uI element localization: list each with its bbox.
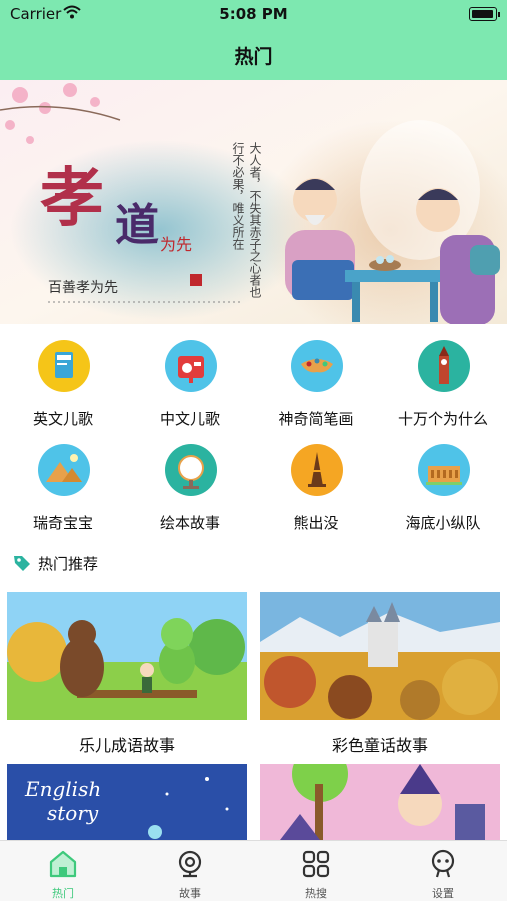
tab-trending[interactable]: 热搜 xyxy=(253,841,379,901)
tab-label: 热搜 xyxy=(305,887,327,900)
status-bar: Carrier 5:08 PM xyxy=(0,0,507,28)
category-chinese-songs[interactable]: 中文儿歌 xyxy=(127,340,253,440)
category-why[interactable]: 十万个为什么 xyxy=(380,340,506,440)
tab-label: 设置 xyxy=(432,887,454,900)
banner-caption: 百善孝为先 xyxy=(48,280,118,296)
tab-label: 故事 xyxy=(179,887,201,900)
category-label: 神奇简笔画 xyxy=(278,410,354,428)
mirror-icon xyxy=(165,444,217,496)
card-image: English story xyxy=(7,764,247,840)
category-drawing[interactable]: 神奇简笔画 xyxy=(253,340,379,440)
radio-icon xyxy=(165,340,217,392)
banner-char-dao: 道 xyxy=(115,200,159,251)
category-picture-books[interactable]: 绘本故事 xyxy=(127,444,253,544)
tag-icon xyxy=(14,556,30,571)
paint-icon xyxy=(291,340,343,392)
category-label: 英文儿歌 xyxy=(32,410,93,428)
card-caption: 乐儿成语故事 xyxy=(78,736,175,755)
banner-vertical-2: 行不必果，唯义所在 xyxy=(231,142,245,250)
category-label: 海底小纵队 xyxy=(405,514,481,532)
robot-icon xyxy=(431,849,455,878)
category-label: 十万个为什么 xyxy=(397,410,488,428)
bigben-icon xyxy=(418,340,470,392)
story-card[interactable]: English story xyxy=(7,764,247,840)
tab-label: 热门 xyxy=(52,887,74,900)
card-image xyxy=(260,592,500,720)
card-image xyxy=(7,592,247,720)
book-icon xyxy=(38,340,90,392)
pyramid-icon xyxy=(38,444,90,496)
category-label: 中文儿歌 xyxy=(159,410,220,428)
banner-subtitle: 为先 xyxy=(160,235,192,254)
banner-char-xiao: 孝 xyxy=(40,161,104,236)
battery-icon xyxy=(469,7,500,21)
card-text-story: story xyxy=(47,801,99,825)
banner-image: 孝 道 为先 百善孝为先 大人者，不失其赤子之心者也 行不必果，唯义所在 xyxy=(0,80,507,324)
page-title: 热门 xyxy=(234,46,273,68)
tab-settings[interactable]: 设置 xyxy=(380,841,506,901)
tab-bar: 热门 故事 热搜 设置 xyxy=(0,840,507,901)
category-label: 绘本故事 xyxy=(159,514,220,532)
card-caption: 彩色童话故事 xyxy=(331,736,428,755)
card-text-english: English xyxy=(24,777,101,801)
eiffel-icon xyxy=(291,444,343,496)
story-card[interactable]: 乐儿成语故事 xyxy=(7,592,247,756)
category-label: 熊出没 xyxy=(293,514,339,532)
category-octonauts[interactable]: 海底小纵队 xyxy=(380,444,506,544)
section-title: 热门推荐 xyxy=(38,555,99,573)
category-label: 瑞奇宝宝 xyxy=(32,514,93,532)
colosseum-icon xyxy=(418,444,470,496)
card-image xyxy=(260,764,500,840)
story-card[interactable]: 彩色童话故事 xyxy=(260,592,500,756)
category-english-songs[interactable]: 英文儿歌 xyxy=(0,340,126,440)
tab-hot[interactable]: 热门 xyxy=(0,841,126,901)
tab-stories[interactable]: 故事 xyxy=(127,841,253,901)
category-ricky-baby[interactable]: 瑞奇宝宝 xyxy=(0,444,126,544)
banner-vertical-1: 大人者，不失其赤子之心者也 xyxy=(248,142,262,298)
nav-bar: 热门 xyxy=(0,28,507,80)
banner-carousel[interactable]: 孝 道 为先 百善孝为先 大人者，不失其赤子之心者也 行不必果，唯义所在 xyxy=(0,80,507,324)
clock: 5:08 PM xyxy=(219,5,288,23)
section-header: 热门推荐 xyxy=(12,552,492,574)
grid-icon xyxy=(302,850,330,878)
category-boonie-bears[interactable]: 熊出没 xyxy=(253,444,379,544)
webcam-icon xyxy=(178,850,202,878)
story-card[interactable] xyxy=(260,764,500,840)
home-icon xyxy=(49,850,77,878)
